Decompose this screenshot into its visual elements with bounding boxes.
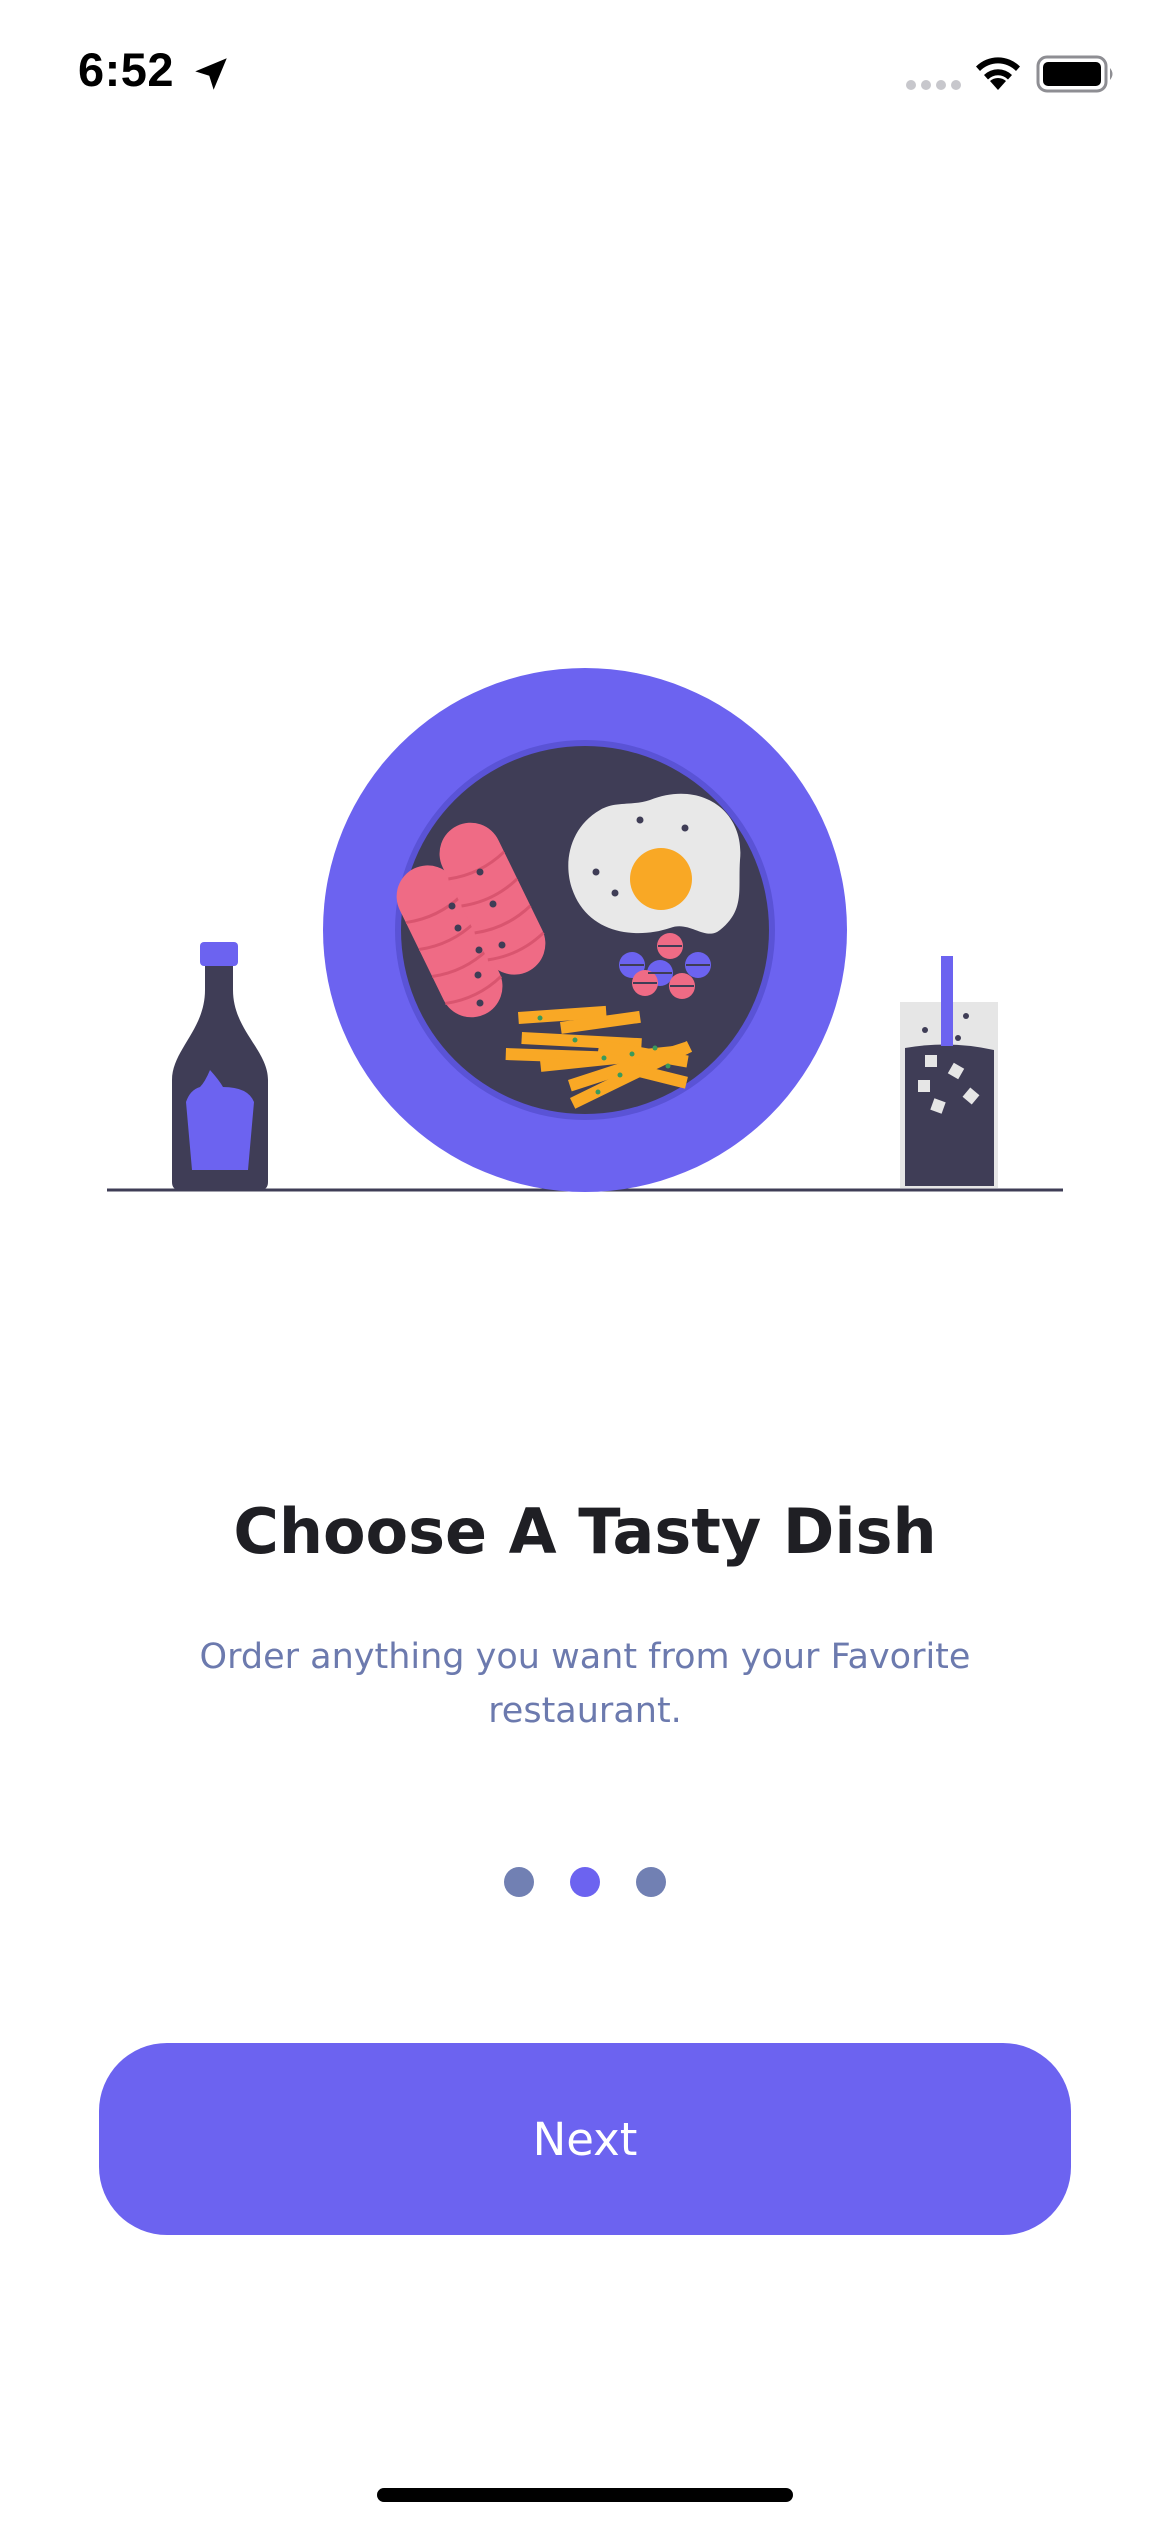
drink-glass: [900, 956, 998, 1188]
page-dot-3[interactable]: [636, 1867, 666, 1897]
page-dot-1[interactable]: [504, 1867, 534, 1897]
next-button[interactable]: Next: [99, 2043, 1071, 2235]
plate: [323, 668, 847, 1192]
page-indicator: [0, 1867, 1170, 1899]
page-title: Choose A Tasty Dish: [233, 1495, 937, 1568]
food-illustration: [107, 668, 1063, 1192]
page-dot-2[interactable]: [570, 1867, 600, 1897]
sauce-bottle: [172, 942, 268, 1190]
home-indicator[interactable]: [377, 2488, 793, 2502]
fried-egg: [568, 793, 741, 934]
page-subtitle: Order anything you want from your Favori…: [199, 1637, 971, 1731]
